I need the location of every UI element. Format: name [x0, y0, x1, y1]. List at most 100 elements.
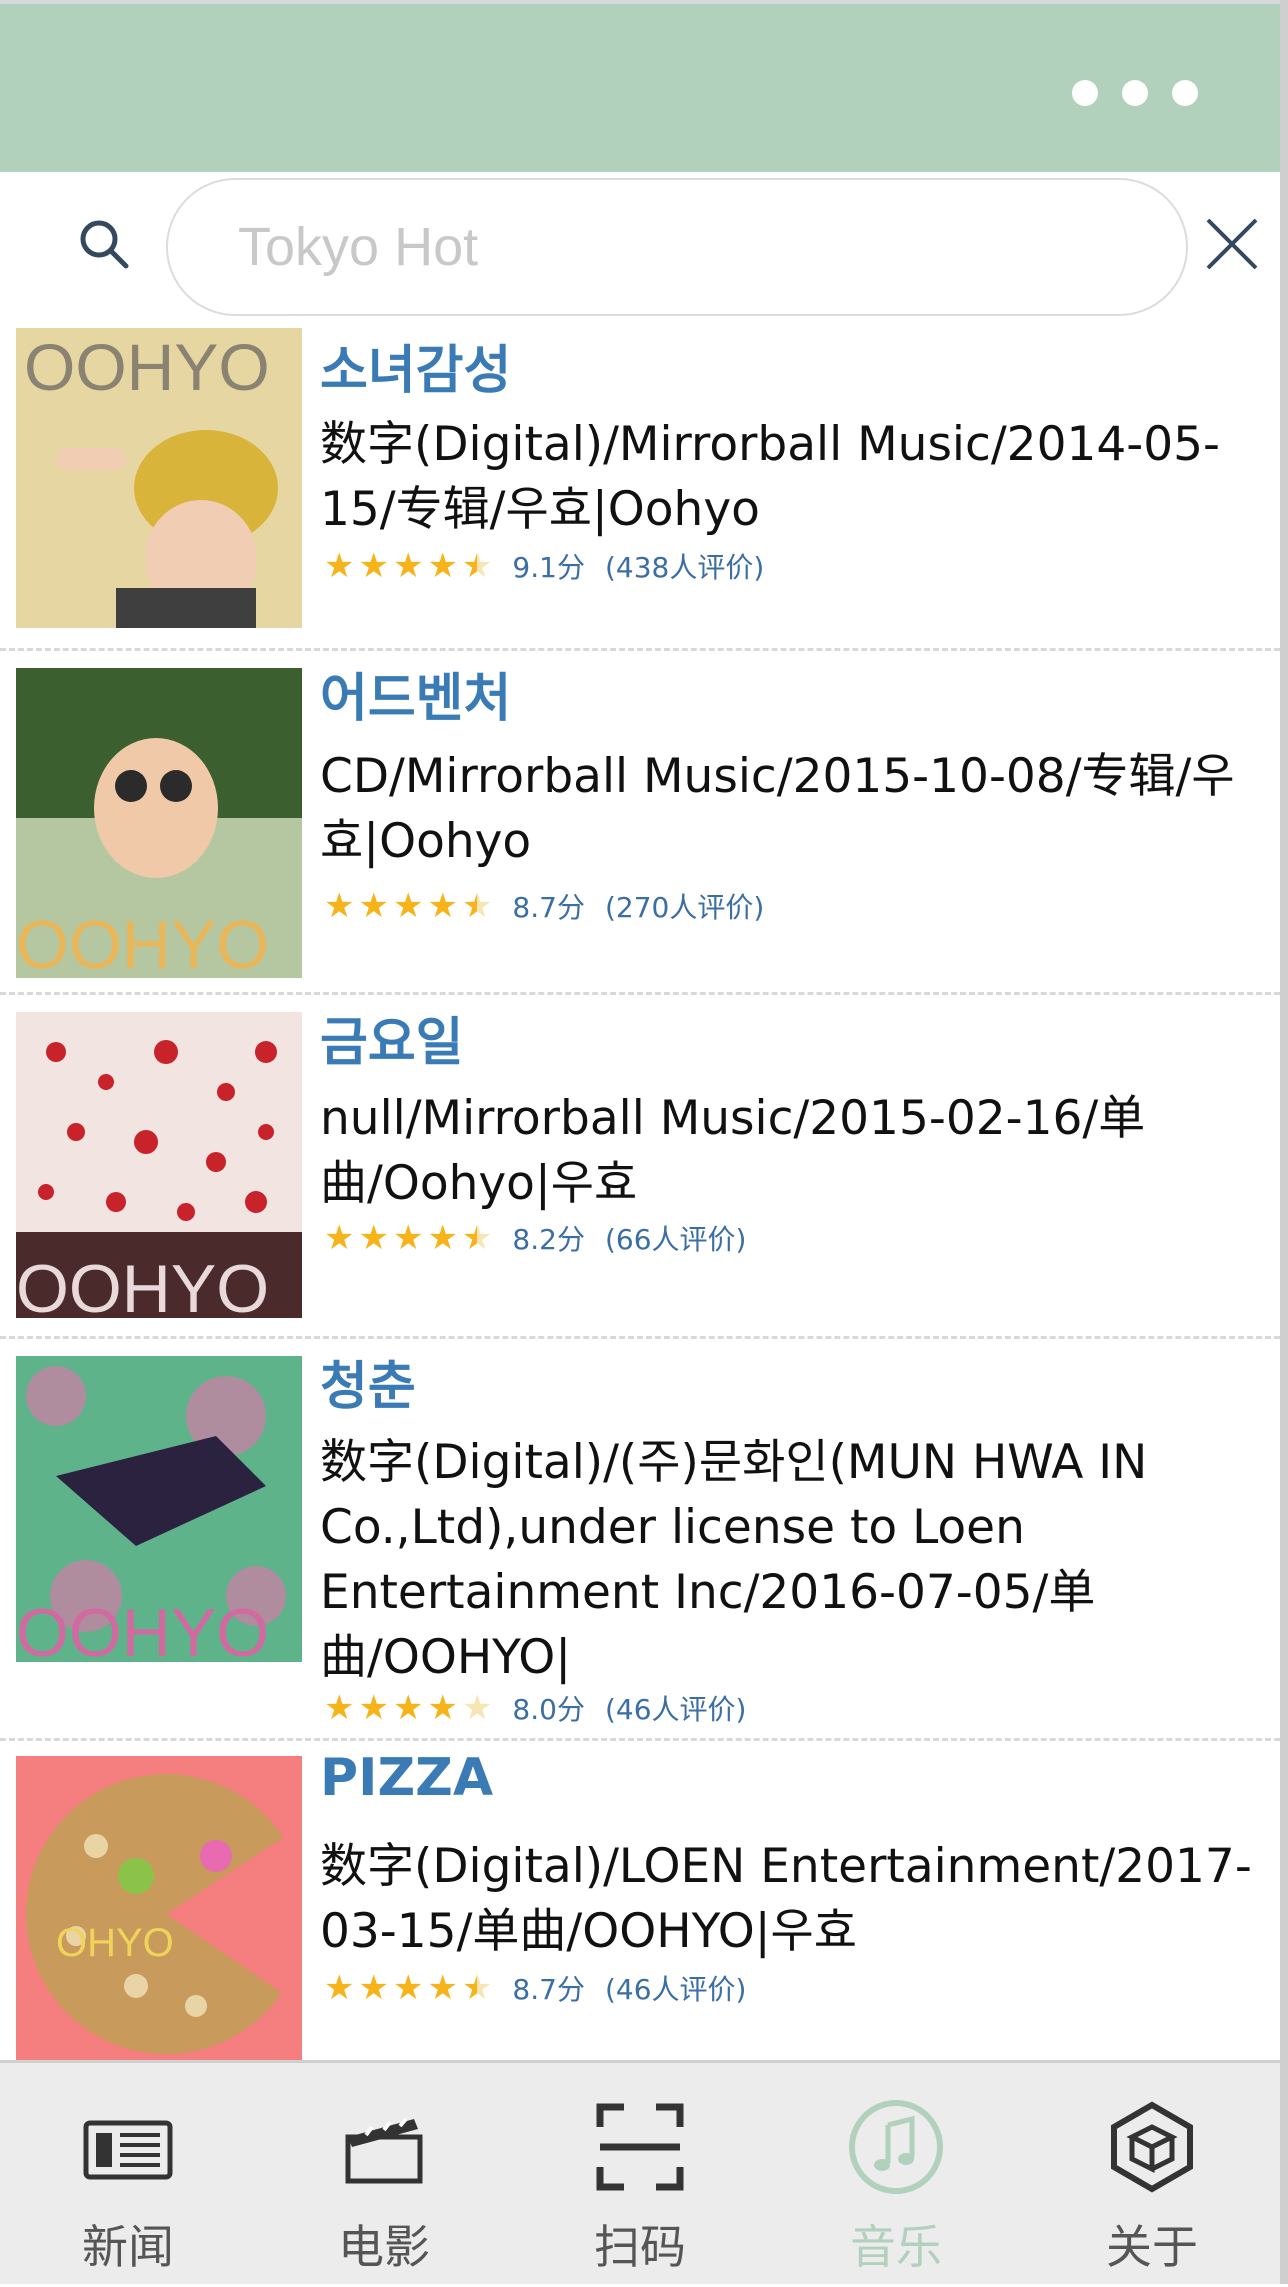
album-item[interactable]: OOHYO 소녀감성 数字(Digital)/Mirrorball Music/…	[0, 322, 1280, 648]
half-star-icon: ★	[461, 1218, 493, 1258]
star-rating: ★ ★ ★ ★ ★	[324, 549, 492, 583]
bottom-tab-bar: 新闻 电影 扫码 音乐 关于	[0, 2060, 1280, 2284]
tab-news[interactable]: 新闻	[0, 2063, 256, 2287]
cover-text: OOHYO	[16, 1251, 269, 1318]
rating-count: (66人评价)	[604, 1223, 747, 1256]
empty-star-icon: ★	[461, 1688, 493, 1728]
album-item[interactable]: OOHYO 어드벤처 CD/Mirrorball Music/2015-10-0…	[0, 652, 1280, 992]
rating: ★ ★ ★ ★ ★ 8.7分 (270人评价)	[324, 886, 764, 926]
rating-score: 8.2分	[512, 1223, 585, 1256]
rating: ★ ★ ★ ★ ★ 8.2分 (66人评价)	[324, 1218, 746, 1258]
star-icon: ★	[324, 1218, 355, 1258]
rating-count: (46人评价)	[604, 1693, 747, 1726]
album-title[interactable]: 어드벤처	[320, 656, 511, 731]
star-icon: ★	[427, 886, 458, 926]
search-bar: Tokyo Hot	[0, 172, 1280, 322]
star-icon: ★	[392, 1688, 424, 1728]
album-item[interactable]: OHYO PIZZA 数字(Digital)/LOEN Entertainmen…	[0, 1742, 1280, 2062]
rating-count: (438人评价)	[604, 551, 765, 584]
album-title[interactable]: 청춘	[320, 1344, 416, 1419]
more-menu-icon[interactable]	[1072, 80, 1198, 106]
cover-text: OOHYO	[16, 1595, 269, 1662]
star-icon: ★	[427, 1218, 458, 1258]
dot	[1072, 80, 1098, 106]
star-icon: ★	[427, 1968, 458, 2008]
scan-icon	[596, 2103, 684, 2191]
star-icon: ★	[358, 546, 389, 586]
rating-score: 9.1分	[512, 551, 585, 584]
half-star-icon: ★	[461, 1968, 493, 2008]
album-cover: OOHYO	[16, 668, 302, 978]
rating-score: 8.7分	[512, 891, 585, 924]
top-header	[0, 0, 1280, 172]
star-rating: ★ ★ ★ ★ ★	[324, 1691, 492, 1725]
star-icon: ★	[392, 1218, 424, 1258]
search-icon[interactable]	[74, 214, 134, 274]
star-rating: ★ ★ ★ ★ ★	[324, 1971, 492, 2005]
album-meta: 数字(Digital)/LOEN Entertainment/2017-03-1…	[320, 1839, 1252, 1959]
album-title[interactable]: 금요일	[320, 1000, 464, 1075]
star-rating: ★ ★ ★ ★ ★	[324, 1221, 492, 1255]
star-icon: ★	[427, 546, 458, 586]
tab-scan[interactable]: 扫码	[512, 2063, 768, 2287]
star-icon: ★	[324, 1688, 355, 1728]
cover-text: OHYO	[56, 1921, 174, 1965]
window-edge	[1280, 0, 1288, 2284]
cube-icon	[1111, 2101, 1193, 2193]
star-rating: ★ ★ ★ ★ ★	[324, 889, 492, 923]
album-title[interactable]: 소녀감성	[320, 328, 511, 403]
album-cover: OHYO	[16, 1756, 302, 2062]
album-item[interactable]: OOHYO 청춘 数字(Digital)/(주)문화인(MUN HWA IN C…	[0, 1340, 1280, 1738]
rating-count: (46人评价)	[604, 1973, 747, 2006]
rating: ★ ★ ★ ★ ★ 9.1分 (438人评价)	[324, 546, 764, 586]
tab-label: 音乐	[850, 2220, 942, 2274]
star-icon: ★	[358, 1968, 389, 2008]
album-cover: OOHYO	[16, 328, 302, 628]
star-icon: ★	[358, 1218, 389, 1258]
divider	[0, 1738, 1280, 1741]
clapperboard-icon	[345, 2117, 423, 2184]
close-icon[interactable]	[1204, 216, 1260, 272]
tab-label: 电影	[338, 2220, 430, 2274]
album-meta: 数字(Digital)/(주)문화인(MUN HWA IN Co.,Ltd),u…	[320, 1435, 1148, 1685]
dot	[1172, 80, 1198, 106]
tab-about[interactable]: 关于	[1024, 2063, 1280, 2287]
dot	[1122, 80, 1148, 106]
cover-text: OOHYO	[24, 330, 270, 404]
album-meta: 数字(Digital)/Mirrorball Music/2014-05-15/…	[320, 417, 1220, 537]
half-star-icon: ★	[461, 546, 493, 586]
star-icon: ★	[324, 1968, 355, 2008]
rating: ★ ★ ★ ★ ★ 8.7分 (46人评价)	[324, 1968, 746, 2008]
star-icon: ★	[324, 886, 355, 926]
newspaper-icon	[83, 2120, 173, 2180]
divider	[0, 1336, 1280, 1339]
music-icon	[849, 2100, 943, 2194]
cover-text: OOHYO	[16, 907, 269, 978]
star-icon: ★	[427, 1688, 458, 1728]
tab-label: 新闻	[82, 2220, 174, 2274]
search-input[interactable]: Tokyo Hot	[166, 178, 1188, 316]
half-star-icon: ★	[461, 886, 493, 926]
album-cover: OOHYO	[16, 1356, 302, 1662]
rating-score: 8.0分	[512, 1693, 585, 1726]
star-icon: ★	[392, 1968, 424, 2008]
rating-score: 8.7分	[512, 1973, 585, 2006]
tab-label: 扫码	[594, 2220, 686, 2274]
tab-music[interactable]: 音乐	[768, 2063, 1024, 2287]
star-icon: ★	[392, 886, 424, 926]
star-icon: ★	[392, 546, 424, 586]
rating-count: (270人评价)	[604, 891, 765, 924]
album-cover: OOHYO	[16, 1012, 302, 1318]
rating: ★ ★ ★ ★ ★ 8.0分 (46人评价)	[324, 1688, 746, 1728]
star-icon: ★	[358, 1688, 389, 1728]
star-icon: ★	[324, 546, 355, 586]
album-item[interactable]: OOHYO 금요일 null/Mirrorball Music/2015-02-…	[0, 996, 1280, 1336]
divider	[0, 992, 1280, 995]
divider	[0, 648, 1280, 651]
tab-label: 关于	[1106, 2220, 1198, 2274]
album-title[interactable]: PIZZA	[320, 1748, 493, 1808]
album-meta: CD/Mirrorball Music/2015-10-08/专辑/우효|Ooh…	[320, 749, 1235, 869]
star-icon: ★	[358, 886, 389, 926]
album-meta: null/Mirrorball Music/2015-02-16/单曲/Oohy…	[320, 1091, 1146, 1211]
tab-movies[interactable]: 电影	[256, 2063, 512, 2287]
